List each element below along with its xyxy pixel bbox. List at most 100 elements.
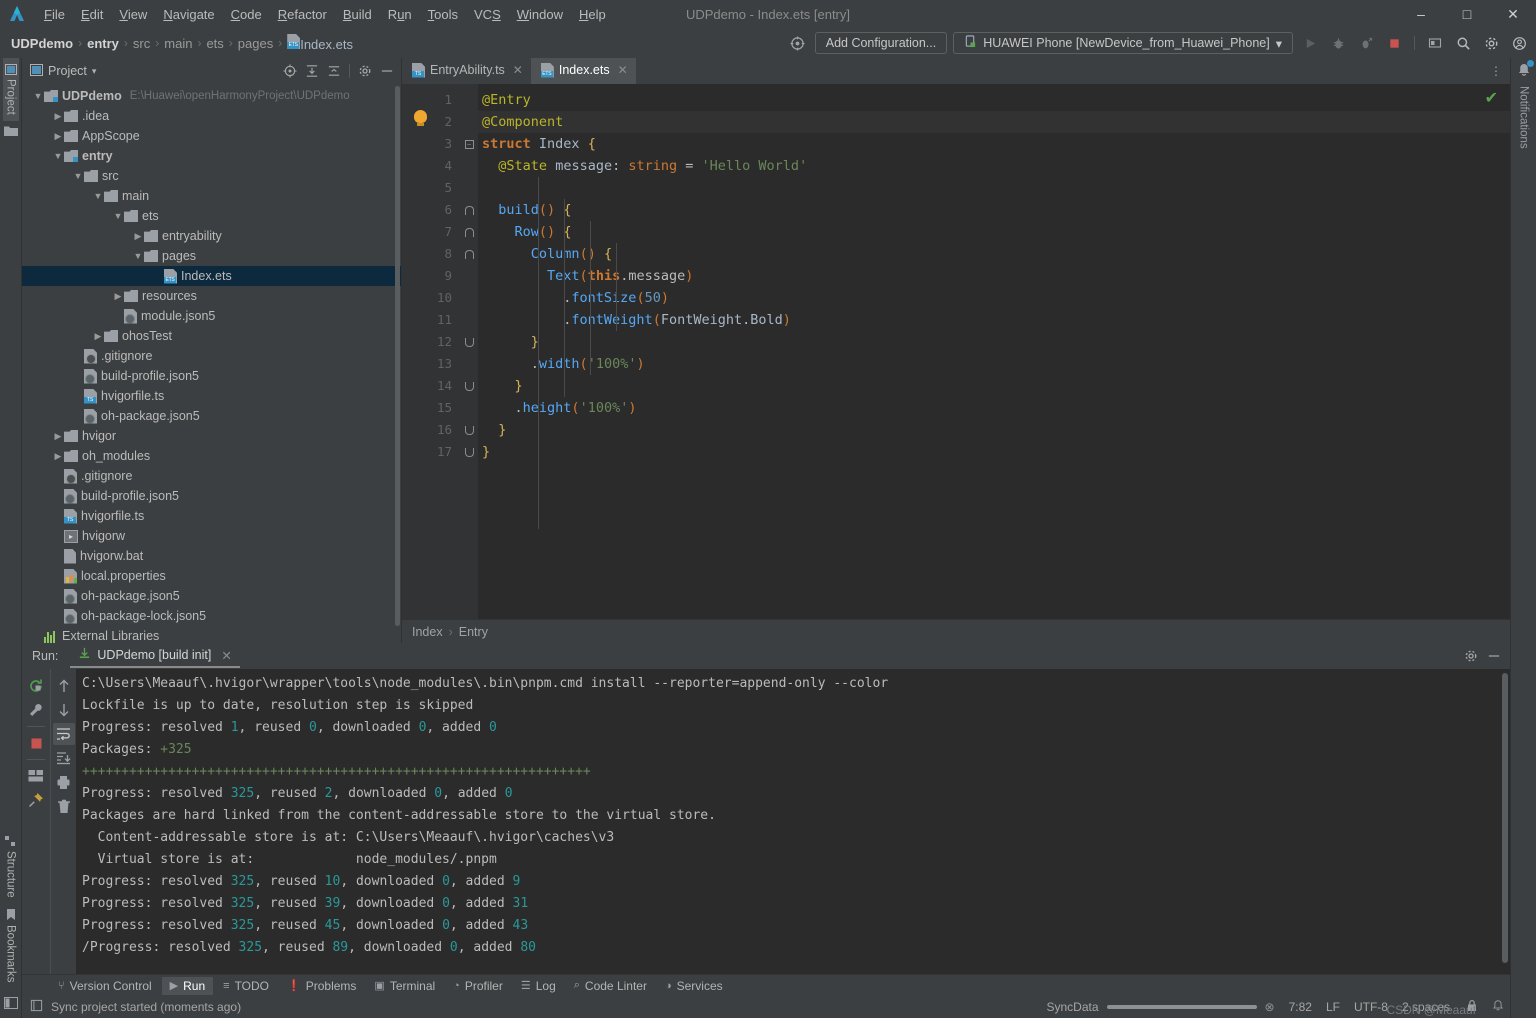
breadcrumb-item-index-ets[interactable]: ETS Index.ets [284, 34, 356, 52]
chevron-down-icon[interactable]: ▾ [92, 66, 97, 77]
tree-node-hvigorfile-ts[interactable]: TS hvigorfile.ts [22, 506, 401, 526]
tree-node-hvigorw-bat[interactable]: hvigorw.bat [22, 546, 401, 566]
settings-icon[interactable] [1461, 646, 1481, 666]
chevron-down-icon[interactable]: ▼ [112, 211, 124, 221]
file-encoding[interactable]: UTF-8 [1354, 1000, 1388, 1014]
menu-code[interactable]: Code [223, 4, 270, 25]
run-icon[interactable] [1299, 32, 1321, 54]
fold-marker[interactable] [460, 441, 478, 463]
settings-icon[interactable] [355, 61, 375, 81]
scroll-to-end-icon[interactable] [53, 747, 75, 769]
device-manager-icon[interactable] [1424, 32, 1446, 54]
bottom-tab-problems[interactable]: ❗ Problems [279, 977, 364, 995]
menu-vcs[interactable]: VCS [466, 4, 509, 25]
target-icon[interactable] [787, 32, 809, 54]
add-configuration-button[interactable]: Add Configuration... [814, 32, 948, 54]
account-icon[interactable] [1508, 32, 1530, 54]
menu-build[interactable]: Build [335, 4, 380, 25]
menu-view[interactable]: View [111, 4, 155, 25]
bottom-tab-profiler[interactable]: ◔ Profiler [445, 977, 511, 995]
inspection-status-icon[interactable]: ✔ [1485, 88, 1498, 108]
tree-node-local-properties[interactable]: local.properties [22, 566, 401, 586]
code-text[interactable]: @Entry @Component struct Index { @State me… [478, 84, 1510, 619]
indent-setting[interactable]: 2 spaces [1402, 1000, 1450, 1014]
chevron-right-icon[interactable]: ▶ [92, 331, 104, 342]
chevron-down-icon[interactable]: ▼ [32, 91, 44, 101]
tree-node-src[interactable]: ▼ src [22, 166, 401, 186]
console-output[interactable]: C:\Users\Meaauf\.hvigor\wrapper\tools\no… [76, 669, 1510, 974]
code-line[interactable]: Row() { [478, 221, 1510, 243]
code-line[interactable]: .fontWeight(FontWeight.Bold) [478, 309, 1510, 331]
chevron-down-icon[interactable]: ▼ [72, 171, 84, 181]
fold-region-end-icon[interactable] [464, 337, 474, 347]
trash-icon[interactable] [53, 795, 75, 817]
fold-region-start-icon[interactable] [464, 249, 474, 259]
stop-icon[interactable] [1383, 32, 1405, 54]
collapse-icon[interactable]: − [464, 139, 474, 149]
layout-icon[interactable] [25, 765, 47, 787]
fold-region-end-icon[interactable] [464, 447, 474, 457]
project-scrollbar[interactable] [395, 86, 400, 626]
tree-node-resources[interactable]: ▶ resources [22, 286, 401, 306]
tree-node-hvigorfile-ts[interactable]: TS hvigorfile.ts [22, 386, 401, 406]
fold-marker[interactable]: − [460, 133, 478, 155]
tree-node-oh-package-json5[interactable]: oh-package.json5 [22, 406, 401, 426]
close-button[interactable]: ✕ [1490, 0, 1536, 28]
code-line[interactable]: } [478, 419, 1510, 441]
tree-node-build-profile-json5[interactable]: build-profile.json5 [22, 486, 401, 506]
tree-node-entryability[interactable]: ▶ entryability [22, 226, 401, 246]
tree-node-build-profile-json5[interactable]: build-profile.json5 [22, 366, 401, 386]
settings-icon[interactable] [1480, 32, 1502, 54]
sync-cancel-icon[interactable]: ⊗ [1265, 1000, 1275, 1014]
chevron-right-icon[interactable]: ▶ [52, 431, 64, 442]
chevron-down-icon[interactable]: ▼ [52, 151, 64, 161]
fold-marker[interactable] [460, 199, 478, 221]
wrench-icon[interactable] [25, 699, 47, 721]
fold-marker[interactable] [460, 375, 478, 397]
chevron-right-icon[interactable]: ▶ [52, 451, 64, 462]
tree-node--gitignore[interactable]: .gitignore [22, 346, 401, 366]
menu-run[interactable]: Run [380, 4, 420, 25]
code-editor[interactable]: 1 2 3 4 5 6 7 8 9 10 11 12 13 14 15 16 17 − @Entry @Compo… [402, 84, 1510, 619]
sidebar-item-structure[interactable]: Structure [3, 830, 19, 904]
chevron-right-icon[interactable]: ▶ [132, 231, 144, 242]
chevron-right-icon[interactable]: ▶ [52, 111, 64, 122]
breadcrumb-item-src[interactable]: src [130, 36, 153, 51]
code-line[interactable] [478, 177, 1510, 199]
fold-marker[interactable] [460, 243, 478, 265]
tree-node-oh-modules[interactable]: ▶ oh_modules [22, 446, 401, 466]
pin-icon[interactable] [25, 789, 47, 811]
code-line[interactable]: Column() { [478, 243, 1510, 265]
chevron-right-icon[interactable]: ▶ [112, 291, 124, 302]
menu-file[interactable]: File [36, 4, 73, 25]
tree-node-index-ets[interactable]: ETS Index.ets [22, 266, 401, 286]
tree-node-oh-package-json5[interactable]: oh-package.json5 [22, 586, 401, 606]
close-icon[interactable]: ✕ [221, 648, 231, 663]
hide-icon[interactable] [1484, 646, 1504, 666]
code-line[interactable]: Text(this.message) [478, 265, 1510, 287]
menu-window[interactable]: Window [509, 4, 571, 25]
down-arrow-icon[interactable] [53, 699, 75, 721]
editor-breadcrumb-item[interactable]: Index [412, 625, 443, 639]
print-icon[interactable] [53, 771, 75, 793]
status-message[interactable]: Sync project started (moments ago) [51, 1000, 241, 1014]
menu-help[interactable]: Help [571, 4, 614, 25]
select-opened-file-icon[interactable] [280, 61, 300, 81]
soft-wrap-icon[interactable] [52, 723, 75, 745]
console-scrollbar[interactable] [1502, 673, 1508, 963]
collapse-all-icon[interactable] [324, 61, 344, 81]
lock-icon[interactable] [1466, 999, 1478, 1015]
tree-node-main[interactable]: ▼ main [22, 186, 401, 206]
project-panel-title-group[interactable]: Project ▾ [30, 63, 97, 79]
project-tree[interactable]: ▼ UDPdemo E:\Huawei\openHarmonyProject\UDP… [22, 84, 401, 643]
menu-navigate[interactable]: Navigate [155, 4, 222, 25]
tree-node-ets[interactable]: ▼ ets [22, 206, 401, 226]
tree-node-entry[interactable]: ▼ entry [22, 146, 401, 166]
close-icon[interactable]: ✕ [618, 63, 628, 77]
notification-bell-icon[interactable] [1492, 999, 1504, 1015]
bottom-tab-log[interactable]: ☰ Log [513, 977, 564, 995]
close-icon[interactable]: ✕ [513, 63, 523, 77]
breadcrumb-item-pages[interactable]: pages [235, 36, 276, 51]
tree-node-module-json5[interactable]: module.json5 [22, 306, 401, 326]
bottom-tab-services[interactable]: ◑ Services [657, 977, 731, 995]
